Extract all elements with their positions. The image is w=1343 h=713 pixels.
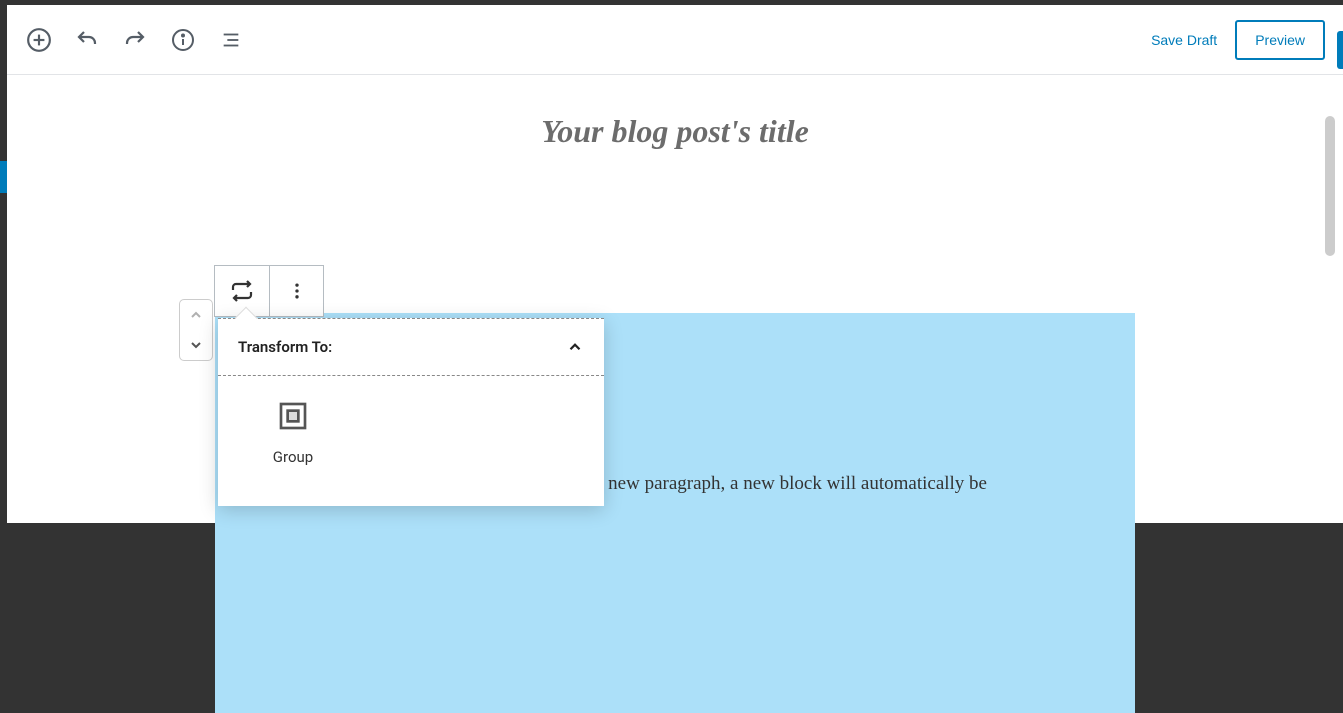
- redo-icon: [123, 28, 147, 52]
- transform-panel-header[interactable]: Transform To:: [218, 318, 604, 376]
- more-options-button[interactable]: [269, 266, 323, 316]
- transform-icon: [230, 279, 254, 303]
- info-button[interactable]: [169, 26, 197, 54]
- info-icon: [171, 28, 195, 52]
- editor-body: Your blog post's title a new paragraph, …: [7, 113, 1343, 561]
- undo-button[interactable]: [73, 26, 101, 54]
- plus-circle-icon: [26, 27, 52, 53]
- group-icon: [277, 400, 309, 432]
- post-title-input[interactable]: Your blog post's title: [7, 113, 1343, 150]
- toolbar-right: Save Draft Preview: [1151, 20, 1325, 60]
- redo-button[interactable]: [121, 26, 149, 54]
- preview-button[interactable]: Preview: [1235, 20, 1325, 60]
- list-icon: [220, 29, 242, 51]
- publish-edge[interactable]: [1337, 31, 1343, 69]
- transform-option-group[interactable]: Group: [238, 400, 348, 466]
- block-mover: [179, 299, 213, 361]
- toolbar-left: [25, 26, 245, 54]
- scrollbar-thumb[interactable]: [1325, 116, 1335, 256]
- add-block-button[interactable]: [25, 26, 53, 54]
- chevron-up-icon: [188, 307, 204, 323]
- chevron-up-icon: [566, 338, 584, 356]
- move-down-button[interactable]: [180, 330, 212, 360]
- top-toolbar: Save Draft Preview: [7, 5, 1343, 75]
- chevron-down-icon: [188, 337, 204, 353]
- save-draft-button[interactable]: Save Draft: [1151, 32, 1217, 48]
- content-text-fragment: a new paragraph, a new block will automa…: [595, 473, 1055, 495]
- admin-sidebar-tab[interactable]: [0, 161, 7, 193]
- transform-title: Transform To:: [238, 338, 332, 356]
- undo-icon: [75, 28, 99, 52]
- transform-panel-body: Group: [218, 376, 604, 506]
- transform-option-label: Group: [273, 448, 313, 466]
- editor-frame: Save Draft Preview Your blog post's titl…: [7, 5, 1343, 523]
- transform-block-button[interactable]: [215, 266, 269, 316]
- block-toolbar: [214, 265, 324, 317]
- kebab-icon: [287, 281, 307, 301]
- transform-panel: Transform To: Group: [218, 318, 604, 506]
- outline-button[interactable]: [217, 26, 245, 54]
- move-up-button[interactable]: [180, 300, 212, 330]
